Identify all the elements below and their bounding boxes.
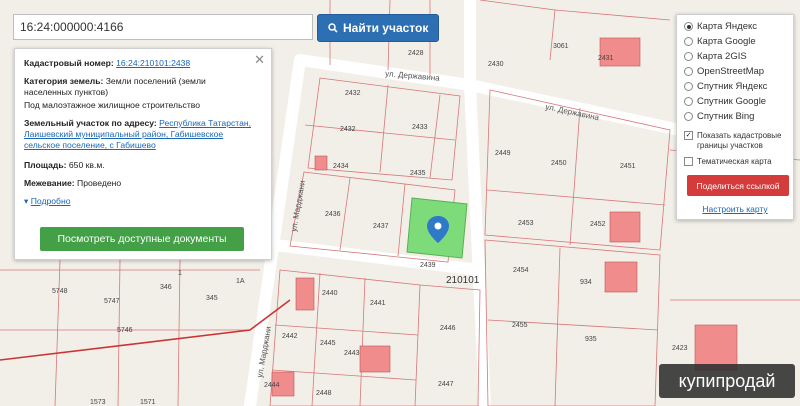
plot-label: 1А [236, 278, 245, 285]
search-icon [328, 23, 338, 33]
category-value-2: населенных пунктов) [24, 87, 109, 97]
search-button-label: Найти участок [343, 21, 429, 35]
plot-label: 2454 [513, 267, 529, 274]
category-value-3: Под малоэтажное жилищное строительство [24, 100, 201, 110]
plot-label: 2441 [370, 300, 386, 307]
layer-option-label: Спутник Яндекс [697, 81, 768, 92]
category-label: Категория земель: [24, 76, 104, 86]
plot-label: 2434 [333, 163, 349, 170]
details-link[interactable]: Подробно [31, 196, 71, 206]
radio-icon [684, 22, 693, 31]
show-cadastral-checkbox[interactable]: ✓ Показать кадастровые границы участков [684, 131, 781, 151]
plot-label: 5746 [117, 327, 133, 334]
plot-label: 2455 [512, 322, 528, 329]
map-layers-panel: Карта Яндекс Карта Google Карта 2GIS Ope… [676, 14, 794, 220]
plot-label: 2431 [598, 55, 614, 62]
plot-label: 2447 [438, 381, 454, 388]
thematic-map-checkbox[interactable]: Тематическая карта [684, 157, 772, 166]
category-value-1: Земли поселений (земли [105, 76, 206, 86]
plot-label: 2451 [620, 163, 636, 170]
watermark: купипродай [659, 364, 795, 398]
plot-label: 2445 [320, 340, 336, 347]
plot-label: 2448 [316, 390, 332, 397]
show-cadastral-label-1: Показать кадастровые [697, 131, 782, 140]
layer-option-label: Спутник Google [697, 96, 767, 107]
plot-label: 1573 [90, 399, 106, 406]
area-value: 650 кв.м. [68, 160, 105, 170]
configure-map-link[interactable]: Настроить карту [677, 204, 793, 214]
plot-label: 934 [580, 279, 592, 286]
layer-option-label: Спутник Bing [697, 111, 755, 122]
plot-label: 2433 [412, 124, 428, 131]
parcel-info-panel: ✕ Кадастровый номер: 16:24:210101:2438 К… [14, 48, 272, 260]
address-label: Земельный участок по адресу: [24, 118, 157, 128]
plot-label: 2436 [325, 211, 341, 218]
plot-label: 2432 [340, 126, 356, 133]
plot-label: 2443 [344, 350, 360, 357]
plot-label: 2439 [420, 262, 436, 269]
plot-label: 2446 [440, 325, 456, 332]
radio-icon [684, 67, 693, 76]
layer-option-google-map[interactable]: Карта Google [684, 36, 756, 47]
search-button[interactable]: Найти участок [317, 14, 440, 42]
layer-option-osm[interactable]: OpenStreetMap [684, 66, 764, 77]
plot-label: 935 [585, 336, 597, 343]
plot-label: 3061 [553, 43, 569, 50]
layer-option-bing-satellite[interactable]: Спутник Bing [684, 111, 754, 122]
plot-label: 2450 [551, 160, 567, 167]
plot-label: 2428 [408, 50, 424, 57]
layer-option-google-satellite[interactable]: Спутник Google [684, 96, 766, 107]
layer-option-label: Карта Google [697, 36, 756, 47]
plot-label: 2453 [518, 220, 534, 227]
plot-label: 2430 [488, 61, 504, 68]
plot-label: 5747 [104, 298, 120, 305]
checkbox-checked-icon: ✓ [684, 131, 693, 140]
plot-label: 2444 [264, 382, 280, 389]
show-cadastral-label-2: границы участков [697, 141, 763, 150]
plot-label: 2435 [410, 170, 426, 177]
survey-value: Проведено [77, 178, 122, 188]
radio-icon [684, 97, 693, 106]
layer-option-label: Карта Яндекс [697, 21, 758, 32]
plot-label: 5748 [52, 288, 68, 295]
radio-icon [684, 112, 693, 121]
plot-label: 1 [178, 270, 182, 277]
radio-icon [684, 52, 693, 61]
plot-label: 2449 [495, 150, 511, 157]
share-link-button[interactable]: Поделиться ссылкой [687, 175, 789, 196]
quarter-label: 210101 [446, 275, 480, 286]
plot-label: 1571 [140, 399, 156, 406]
address-link-2[interactable]: Лаишевский муниципальный район, Габишевс… [24, 129, 223, 139]
plot-label: 346 [160, 284, 172, 291]
thematic-map-label: Тематическая карта [697, 157, 772, 166]
address-link-1[interactable]: Республика Татарстан, [159, 118, 251, 128]
cadastral-label: Кадастровый номер: [24, 58, 114, 68]
layer-option-2gis-map[interactable]: Карта 2GIS [684, 51, 747, 62]
plot-label: 2442 [282, 333, 298, 340]
area-label: Площадь: [24, 160, 67, 170]
plot-label: 2432 [345, 90, 361, 97]
layer-option-label: Карта 2GIS [697, 51, 747, 62]
plot-label: 2440 [322, 290, 338, 297]
plot-label: 2452 [590, 221, 606, 228]
plot-label: 2437 [373, 223, 389, 230]
checkbox-icon [684, 157, 693, 166]
search-bar: Найти участок [13, 14, 440, 42]
layer-option-label: OpenStreetMap [697, 66, 765, 77]
view-documents-button[interactable]: Посмотреть доступные документы [40, 227, 244, 251]
chevron-down-icon: ▾ [24, 196, 29, 206]
cadastral-number-link[interactable]: 16:24:210101:2438 [116, 58, 190, 68]
layer-option-yandex-map[interactable]: Карта Яндекс [684, 21, 757, 32]
search-input[interactable] [13, 14, 313, 40]
radio-icon [684, 37, 693, 46]
layer-option-yandex-satellite[interactable]: Спутник Яндекс [684, 81, 767, 92]
address-link-3[interactable]: сельское поселение, с Габишево [24, 140, 156, 150]
survey-label: Межевание: [24, 178, 75, 188]
plot-label: 2423 [672, 345, 688, 352]
plot-label: 345 [206, 295, 218, 302]
radio-icon [684, 82, 693, 91]
